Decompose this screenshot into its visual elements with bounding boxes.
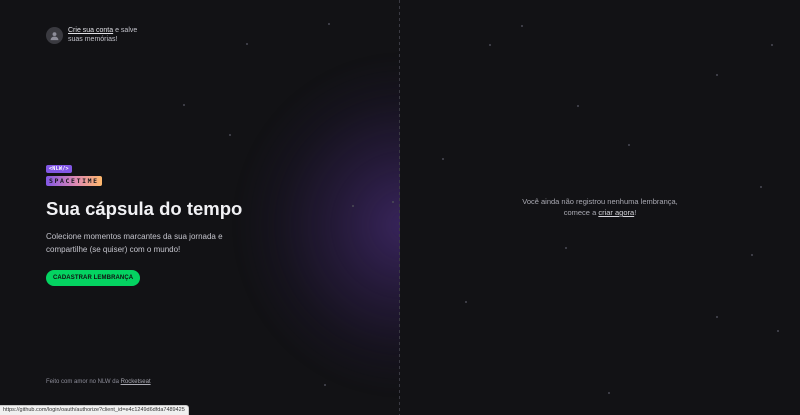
purple-glow [240,60,400,390]
browser-status-bar: https://github.com/login/oauth/authorize… [0,405,189,415]
star [577,105,579,107]
rocketseat-link[interactable]: Rocketseat [121,379,151,385]
footer-text: Feito com amor no NLW da [46,379,121,385]
star [777,330,779,332]
app-page: Crie sua conta e salve suas memórias! <N… [0,0,800,415]
empty-state-message: Você ainda não registrou nenhuma lembran… [400,196,800,218]
sign-in-prompt[interactable]: Crie sua conta e salve suas memórias! [46,26,148,44]
footer: Feito com amor no NLW da Rocketseat [46,379,151,385]
star [565,247,567,249]
empty-state-prefix: comece a [563,208,599,217]
sign-in-text: Crie sua conta e salve suas memórias! [68,26,148,44]
page-subtitle: Colecione momentos marcantes da sua jorn… [46,232,223,254]
star [716,74,718,76]
nlw-spacetime-logo: <NLW/> SPACETIME [46,157,102,186]
star [183,104,185,106]
star [760,186,762,188]
register-memory-button[interactable]: CADASTRAR LEMBRANÇA [46,270,141,286]
star [352,205,354,207]
star [465,301,467,303]
empty-state-suffix: ! [634,208,637,217]
star [771,44,773,46]
right-pane: Você ainda não registrou nenhuma lembran… [400,0,800,415]
star [521,25,523,27]
star [716,316,718,318]
user-icon[interactable] [46,26,63,44]
page-title: Sua cápsula do tempo [46,198,243,219]
star [751,254,753,256]
star [608,392,610,394]
logo-nlw-tag: <NLW/> [46,165,72,173]
star [442,158,444,160]
star [628,144,630,146]
star [328,23,330,25]
create-account-link[interactable]: Crie sua conta [68,27,113,34]
empty-state-line2: comece a criar agora! [400,207,800,218]
left-pane: Crie sua conta e salve suas memórias! <N… [0,0,400,415]
star [229,134,231,136]
hero-section: <NLW/> SPACETIME Sua cápsula do tempo Co… [46,157,246,286]
empty-state-line1: Você ainda não registrou nenhuma lembran… [522,197,678,206]
logo-spacetime-text: SPACETIME [46,176,102,186]
create-now-link[interactable]: criar agora [598,208,634,217]
star [392,201,394,203]
star [246,43,248,45]
star [489,44,491,46]
star [324,384,326,386]
